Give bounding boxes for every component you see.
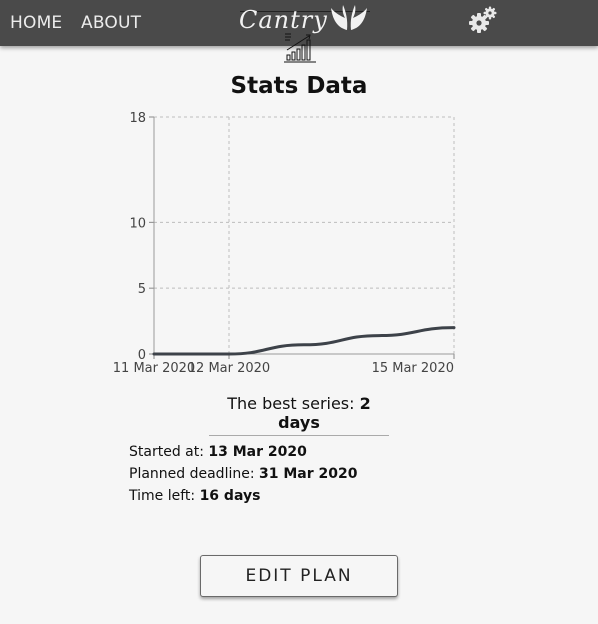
y-tick-label: 5 [138,282,146,297]
started-at-row: Started at: 13 Mar 2020 [129,444,307,460]
planned-deadline-label: Planned deadline: [129,466,260,482]
chart-axes [149,116,455,359]
time-left-row: Time left: 16 days [129,488,260,504]
x-tick-label: 11 Mar 2020 [113,361,195,376]
planned-deadline-value: 31 Mar 2020 [259,466,358,482]
chart-series [152,326,456,356]
time-left-value: 16 days [199,488,261,504]
y-tick-label: 10 [129,216,146,231]
chart-labels: 05101811 Mar 202012 Mar 2020 15 Mar 2020 [113,111,454,376]
best-series-label: The best series: [227,394,360,413]
started-at-label: Started at: [129,444,209,460]
planned-deadline-row: Planned deadline: 31 Mar 2020 [129,466,358,482]
chart-grid [154,116,455,354]
x-tick-label: 15 Mar 2020 [372,361,454,376]
y-tick-label: 18 [129,111,146,126]
series-line [152,326,456,356]
best-series-text: The best series: 2 days [209,394,389,436]
edit-plan-button[interactable]: EDIT PLAN [200,555,398,597]
stats-line-chart: 05101811 Mar 202012 Mar 2020 15 Mar 2020 [113,111,456,376]
started-at-value: 13 Mar 2020 [208,444,307,460]
x-tick-label: 12 Mar 2020 [188,361,270,376]
time-left-label: Time left: [129,488,200,504]
